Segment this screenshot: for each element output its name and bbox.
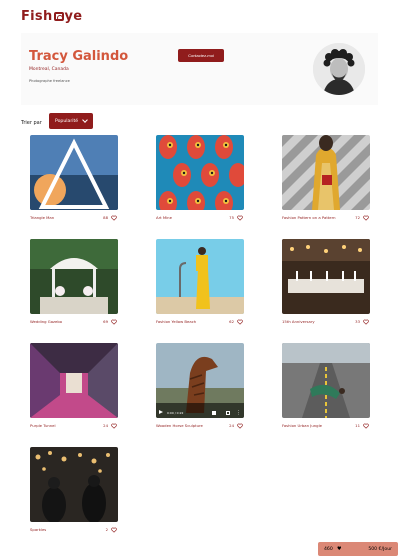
logo-text-end: ye [64,9,83,24]
media-title: Fashion Pattern on a Pattern [282,215,336,220]
video-controls: 0:00 / 0:22 ⋮ [156,408,244,418]
media-likes: 33 [355,319,360,324]
media-card: Purple Tunnel 24 [30,343,118,431]
media-likes: 2 [105,527,108,532]
media-title: Art Mine [156,215,172,220]
media-card: Fashion Pattern on a Pattern 72 [282,135,370,223]
media-image[interactable] [30,239,118,314]
media-image[interactable] [30,447,118,522]
contact-button[interactable]: Contactez-moi [178,49,224,62]
heart-icon[interactable] [237,319,243,325]
media-likes: 69 [103,319,108,324]
media-likes: 72 [355,215,360,220]
heart-icon[interactable] [111,423,117,429]
volume-icon[interactable] [212,410,216,415]
avatar [313,43,365,95]
photographer-header: Tracy Galindo Montreal, Canada Photograp… [21,33,378,105]
photographer-location: Montreal, Canada [29,67,69,72]
more-options-icon[interactable]: ⋮ [236,410,241,416]
media-card: Art Mine 75 [156,135,244,223]
media-image[interactable] [282,343,370,418]
media-likes: 24 [229,423,234,428]
media-video[interactable]: 0:00 / 0:22 ⋮ [156,343,244,418]
media-card: Fashion Urban Jungle 11 [282,343,370,431]
media-card: 15th Anniversary 33 [282,239,370,327]
media-likes: 88 [103,215,108,220]
media-likes: 24 [103,423,108,428]
heart-icon: ♥ [337,546,342,552]
heart-icon[interactable] [237,215,243,221]
media-likes: 11 [355,423,360,428]
media-likes: 75 [229,215,234,220]
fullscreen-icon[interactable] [226,410,230,415]
total-likes: 460 [324,546,333,552]
media-card: Wedding Gazebo 69 [30,239,118,327]
heart-icon[interactable] [111,527,117,533]
sort-dropdown[interactable]: Popularité [49,113,93,129]
heart-icon[interactable] [111,215,117,221]
media-title: Wooden Horse Sculpture [156,423,203,428]
media-card: Sparkles 2 [30,447,118,535]
heart-icon[interactable] [363,423,369,429]
daily-price: 500 €/Jour [368,546,392,552]
media-title: Fashion Yellow Beach [156,319,197,324]
video-time: 0:00 / 0:22 [167,410,184,415]
media-title: 15th Anniversary [282,319,315,324]
media-card: 0:00 / 0:22 ⋮ Wooden Horse Sculpture 24 [156,343,244,431]
heart-icon[interactable] [363,319,369,325]
media-title: Wedding Gazebo [30,319,63,324]
media-title: Sparkles [30,527,47,532]
media-image[interactable] [282,135,370,210]
photographer-name: Tracy Galindo [29,49,129,64]
sort-selected-value: Popularité [55,118,79,124]
media-image[interactable] [156,135,244,210]
logo-text-start: Fish [21,9,53,24]
heart-icon[interactable] [363,215,369,221]
media-card: Triangle Man 88 [30,135,118,223]
likes-price-summary: 460 ♥ 500 €/Jour [318,542,398,556]
media-card: Fashion Yellow Beach 62 [156,239,244,327]
media-image[interactable] [156,239,244,314]
media-title: Purple Tunnel [30,423,56,428]
media-title: Fashion Urban Jungle [282,423,322,428]
media-image[interactable] [282,239,370,314]
media-likes: 62 [229,319,234,324]
media-image[interactable] [30,135,118,210]
photographer-tagline: Photographe freelance [29,79,70,83]
chevron-down-icon [82,117,88,123]
logo[interactable]: Fish ye [21,9,82,24]
sort-label: Trier par [21,120,42,126]
camera-icon [53,12,64,21]
media-title: Triangle Man [30,215,55,220]
heart-icon[interactable] [237,423,243,429]
play-icon[interactable] [159,410,163,414]
media-image[interactable] [30,343,118,418]
heart-icon[interactable] [111,319,117,325]
